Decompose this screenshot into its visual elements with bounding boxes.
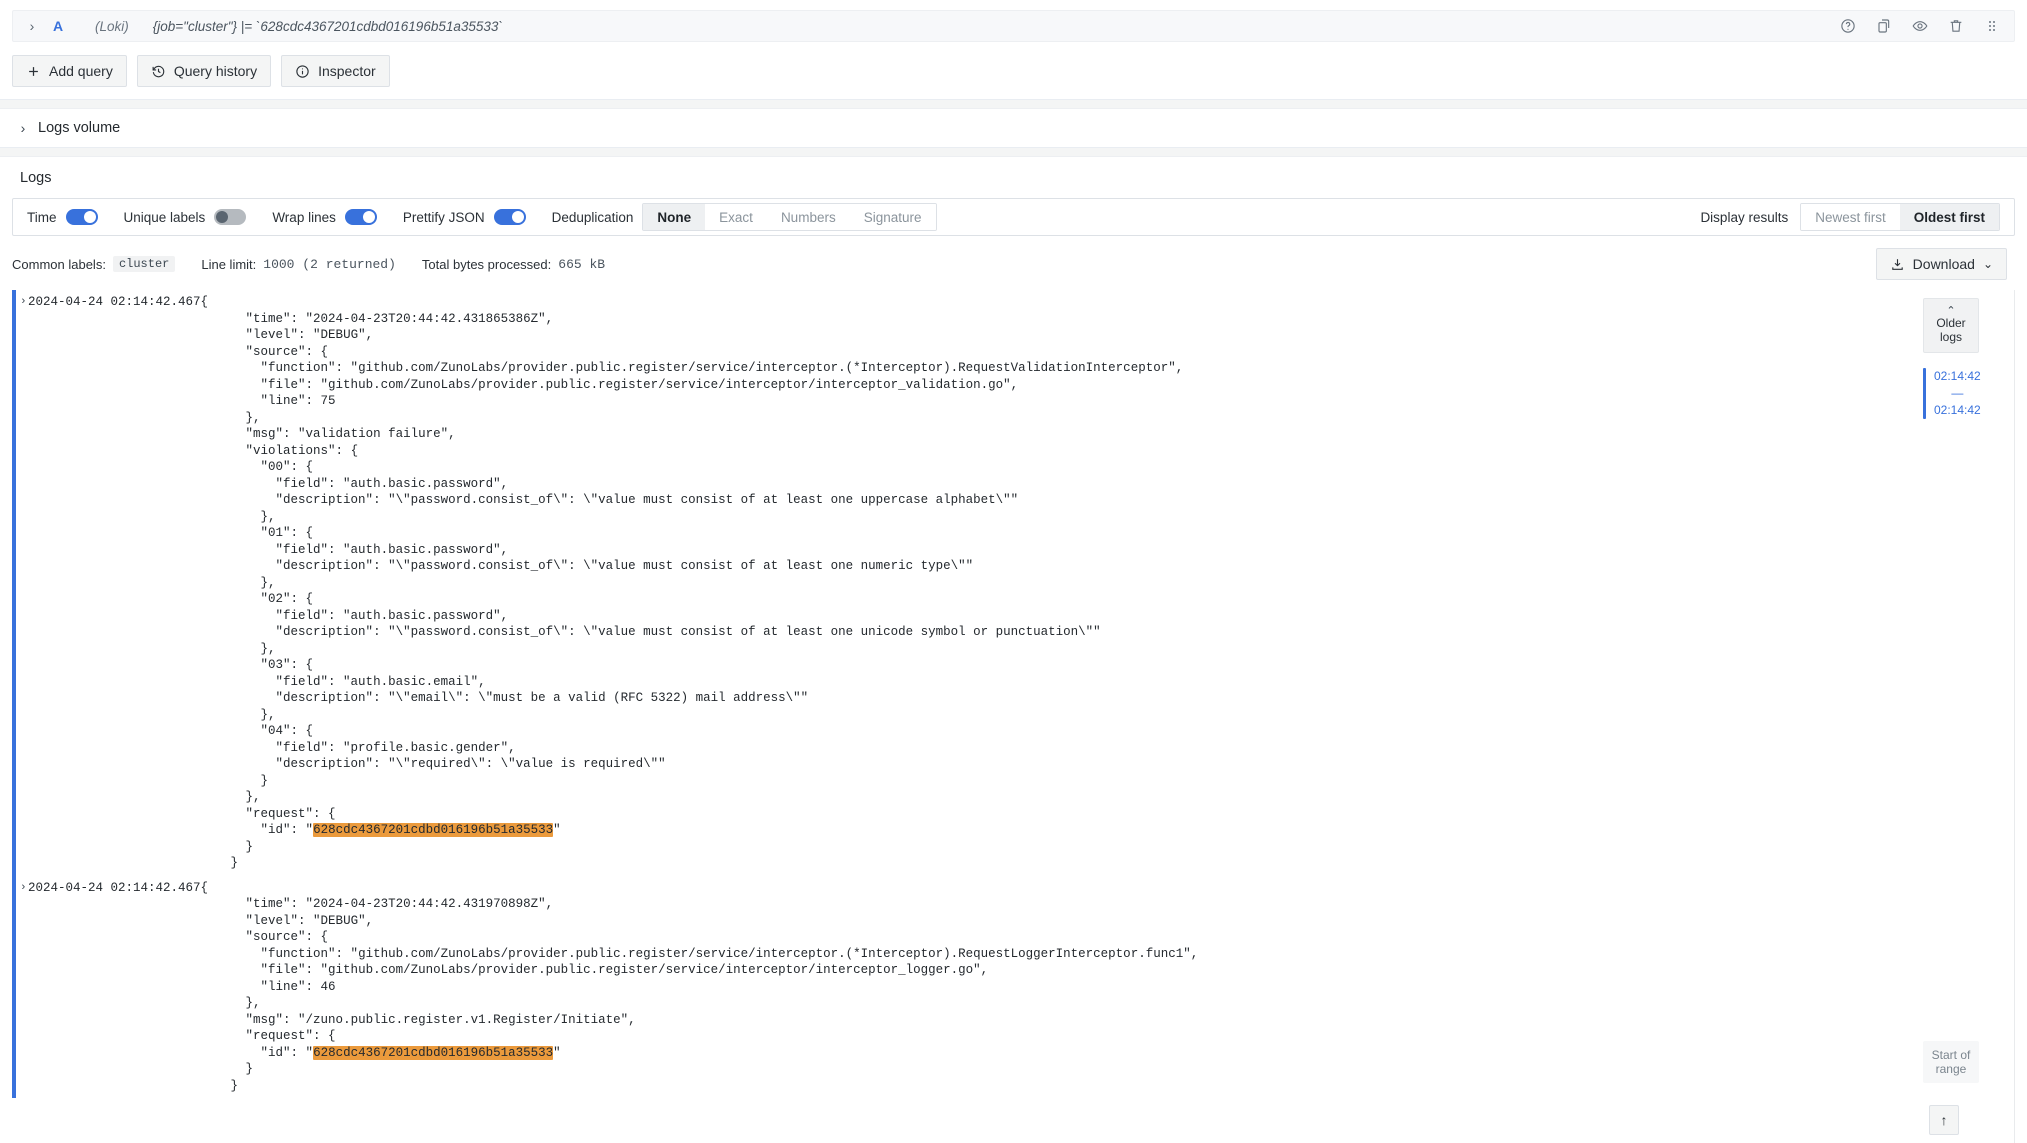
inspector-button[interactable]: Inspector: [281, 55, 390, 87]
trash-icon[interactable]: [1947, 18, 1964, 35]
log-json-body-pre: "time": "2024-04-23T20:44:42.431865386Z"…: [201, 312, 1184, 838]
inspector-label: Inspector: [318, 63, 376, 79]
dedup-option-none[interactable]: None: [643, 204, 705, 230]
time-toggle[interactable]: [66, 209, 98, 225]
download-icon: [1890, 257, 1905, 272]
query-toolbar: Add query Query history Inspector: [12, 55, 2015, 87]
option-deduplication-label: Deduplication: [552, 210, 634, 225]
option-prettify-json: Prettify JSON: [403, 209, 526, 225]
total-bytes-label: Total bytes processed:: [422, 257, 551, 272]
logs-volume-title: Logs volume: [38, 120, 120, 136]
start-of-range-label: Start of range: [1923, 1041, 1979, 1083]
chevron-right-icon[interactable]: ›: [23, 18, 41, 34]
display-option-newest-first[interactable]: Newest first: [1801, 204, 1900, 230]
log-json-open-brace: {: [201, 295, 209, 309]
log-json-open-brace: {: [201, 881, 209, 895]
log-row[interactable]: › 2024-04-24 02:14:42.467 { "time": "202…: [12, 290, 1897, 876]
log-row-timestamp: 2024-04-24 02:14:42.467: [28, 880, 201, 1095]
drag-handle-icon[interactable]: [1983, 18, 2000, 35]
logs-panel-title: Logs: [0, 157, 2027, 198]
logs-panel: Logs Time Unique labels Wrap lines Prett…: [0, 156, 2027, 1143]
chevron-down-icon: ⌄: [1983, 260, 1993, 268]
logs-rows-container[interactable]: › 2024-04-24 02:14:42.467 { "time": "202…: [0, 290, 2027, 1143]
line-limit-meta: Line limit: 1000 (2 returned): [201, 257, 396, 272]
info-circle-icon: [295, 64, 310, 79]
total-bytes-meta: Total bytes processed: 665 kB: [422, 257, 605, 272]
log-search-highlight: 628cdc4367201cdbd016196b51a35533: [313, 823, 553, 837]
option-unique-labels: Unique labels: [124, 209, 247, 225]
log-row-timestamp: 2024-04-24 02:14:42.467: [28, 294, 201, 872]
line-limit-label: Line limit:: [201, 257, 256, 272]
log-row-level-bar: [12, 290, 16, 876]
older-logs-label: Older logs: [1936, 316, 1965, 344]
wrap-lines-toggle[interactable]: [345, 209, 377, 225]
dedup-option-exact[interactable]: Exact: [705, 204, 767, 230]
logs-options-bar: Time Unique labels Wrap lines Prettify J…: [12, 198, 2015, 236]
common-labels-meta: Common labels: cluster: [12, 256, 175, 272]
query-row-a[interactable]: › A (Loki) {job="cluster"} |= `628cdc436…: [12, 10, 2015, 42]
option-deduplication: Deduplication None Exact Numbers Signatu…: [552, 203, 937, 231]
unique-labels-toggle[interactable]: [214, 209, 246, 225]
display-results-radio-group: Newest first Oldest first: [1800, 203, 2000, 231]
total-bytes-value: 665 kB: [558, 257, 605, 272]
log-row-level-bar: [12, 876, 16, 1099]
add-query-label: Add query: [49, 63, 113, 79]
log-search-highlight: 628cdc4367201cdbd016196b51a35533: [313, 1046, 553, 1060]
log-row-content[interactable]: { "time": "2024-04-23T20:44:42.431865386…: [201, 294, 1184, 872]
dedup-option-signature[interactable]: Signature: [850, 204, 936, 230]
display-results-label: Display results: [1700, 210, 1788, 225]
line-limit-value: 1000 (2 returned): [263, 257, 396, 272]
display-results-control: Display results Newest first Oldest firs…: [1700, 203, 2000, 231]
option-unique-labels-label: Unique labels: [124, 210, 206, 225]
display-option-oldest-first[interactable]: Oldest first: [1900, 204, 1999, 230]
scroll-to-top-button[interactable]: ↑: [1929, 1105, 1959, 1135]
time-range-text: 02:14:42 — 02:14:42: [1934, 368, 1981, 419]
logs-volume-panel[interactable]: › Logs volume: [0, 108, 2027, 148]
download-label: Download: [1913, 256, 1975, 272]
help-icon[interactable]: [1839, 18, 1856, 35]
log-row-content[interactable]: { "time": "2024-04-23T20:44:42.431970898…: [201, 880, 1199, 1095]
arrow-up-icon: ↑: [1941, 1112, 1948, 1128]
add-query-button[interactable]: Add query: [12, 55, 127, 87]
query-ref-id: A: [41, 18, 75, 34]
chevron-right-icon[interactable]: ›: [12, 120, 34, 136]
option-time-label: Time: [27, 210, 57, 225]
query-expression[interactable]: {job="cluster"} |= `628cdc4367201cdbd016…: [153, 19, 503, 34]
time-range-bar: [1923, 368, 1926, 419]
common-labels-label: Common labels:: [12, 257, 106, 272]
prettify-json-toggle[interactable]: [494, 209, 526, 225]
older-logs-button[interactable]: ⌃ Older logs: [1923, 298, 1979, 353]
logs-navigation-rail: ⌃ Older logs 02:14:42 — 02:14:42 Start o…: [1899, 290, 2027, 1143]
deduplication-radio-group: None Exact Numbers Signature: [642, 203, 936, 231]
option-wrap-lines-label: Wrap lines: [272, 210, 336, 225]
time-range-marker[interactable]: 02:14:42 — 02:14:42: [1923, 368, 1981, 419]
query-history-label: Query history: [174, 63, 257, 79]
logs-meta-row: Common labels: cluster Line limit: 1000 …: [0, 236, 2027, 290]
chevron-up-icon: ⌃: [1928, 306, 1974, 316]
range-to: 02:14:42: [1934, 403, 1981, 417]
log-row[interactable]: › 2024-04-24 02:14:42.467 { "time": "202…: [12, 876, 1897, 1099]
dedup-option-numbers[interactable]: Numbers: [767, 204, 850, 230]
query-row-actions: [1839, 18, 2004, 35]
query-datasource-label: (Loki): [95, 19, 129, 34]
download-button[interactable]: Download ⌄: [1876, 248, 2007, 280]
option-time: Time: [27, 209, 98, 225]
common-label-chip-cluster[interactable]: cluster: [113, 256, 175, 272]
option-prettify-json-label: Prettify JSON: [403, 210, 485, 225]
log-json-body-pre: "time": "2024-04-23T20:44:42.431970898Z"…: [201, 897, 1199, 1060]
rail-divider: [2014, 290, 2015, 1143]
option-wrap-lines: Wrap lines: [272, 209, 377, 225]
query-editor-panel: › A (Loki) {job="cluster"} |= `628cdc436…: [0, 0, 2027, 100]
range-dash: —: [1951, 386, 1963, 400]
explore-page: › A (Loki) {job="cluster"} |= `628cdc436…: [0, 0, 2027, 1143]
eye-icon[interactable]: [1911, 18, 1928, 35]
plus-icon: [26, 64, 41, 79]
query-history-button[interactable]: Query history: [137, 55, 271, 87]
history-icon: [151, 64, 166, 79]
copy-icon[interactable]: [1875, 18, 1892, 35]
range-from: 02:14:42: [1934, 369, 1981, 383]
